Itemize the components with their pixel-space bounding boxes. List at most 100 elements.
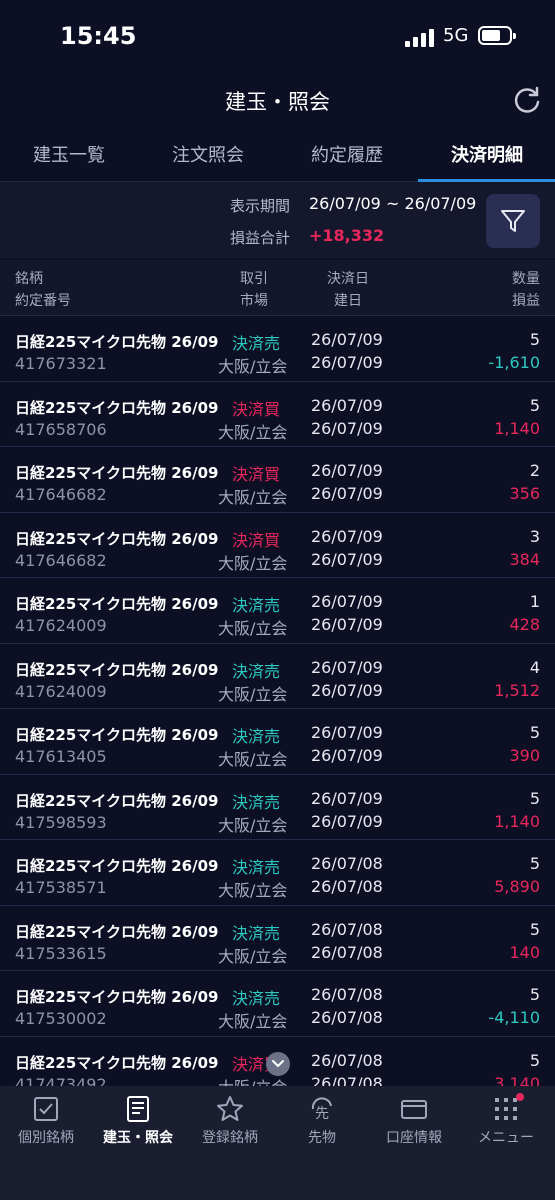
row-open-date: 26/07/08 [311,1008,383,1027]
tab-positions[interactable]: 建玉一覧 [0,130,138,182]
row-name: 日経225マイクロ先物 26/09 [15,857,219,875]
row-open-date: 26/07/08 [311,877,383,896]
pl-total-label: 損益合計 [230,229,291,247]
row-name: 日経225マイクロ先物 26/09 [15,529,219,548]
bottom-tab-label: 個別銘柄 [18,1130,74,1146]
row-number: 417646682 [15,550,107,570]
list-item[interactable]: 日経225マイクロ先物 26/09 417658706 決済買 大阪/立会 26/07/… [0,382,555,447]
col-number: 約定番号 [15,293,71,309]
row-settle-date: 26/07/08 [311,854,383,873]
col-trade: 取引 [240,271,268,287]
row-market: 大阪/立会 [218,619,288,638]
app-header: 建玉・照会 [0,76,555,130]
list-item[interactable]: 日経225マイクロ先物 26/09 417530002 決済売 大阪/立会 26/07/… [0,971,555,1037]
row-pl: 384 [509,549,540,569]
row-name: 日経225マイクロ先物 26/09 [15,333,219,351]
row-settle-date: 26/07/09 [311,526,383,546]
row-settle-date: 26/07/09 [311,330,383,349]
row-trade: 決済売 [232,661,281,681]
row-open-date: 26/07/09 [311,549,383,569]
star-icon [217,1096,243,1121]
bottom-tab-stocks[interactable]: 個別銘柄 [0,1086,92,1156]
row-number: 417613405 [15,747,107,766]
row-name: 日経225マイクロ先物 26/09 [15,988,219,1006]
bottom-tab-label: 建玉・照会 [103,1130,173,1146]
row-settle-date: 26/07/09 [311,395,383,415]
network-label: 5G [443,25,469,46]
row-qty: 5 [529,854,540,873]
row-market: 大阪/立会 [218,1012,288,1031]
row-trade: 決済買 [232,465,281,484]
bottom-tab-menu[interactable]: メニュー [460,1086,552,1156]
bottom-tab-label: メニュー [478,1130,534,1146]
col-open-date: 建日 [334,293,362,309]
bottom-tab-positions[interactable]: 建玉・照会 [92,1086,184,1156]
page-title: 建玉・照会 [225,90,330,114]
bottom-tab-futures[interactable]: 先 先物 [276,1086,368,1156]
row-number: 417598593 [15,812,107,832]
row-market: 大阪/立会 [218,422,288,442]
signal-icon [405,27,435,47]
row-qty: 1 [529,592,540,611]
tab-bar-top: 建玉一覧 注文照会 約定履歴 決済明細 [0,130,555,182]
list-item[interactable]: 日経225マイクロ先物 26/09 417533615 決済売 大阪/立会 26/07/… [0,906,555,971]
pl-total-value: +18,332 [309,226,385,245]
row-number: 417646682 [15,485,107,504]
list-item[interactable]: 日経225マイクロ先物 26/09 417598593 決済売 大阪/立会 26/07/… [0,775,555,840]
row-market: 大阪/立会 [218,488,288,507]
row-qty: 5 [529,985,540,1004]
list-item[interactable]: 日経225マイクロ先物 26/09 417673321 決済売 大阪/立会 26/07/… [0,316,555,382]
row-trade: 決済買 [232,399,281,419]
row-number: 417530002 [15,1009,107,1028]
row-trade: 決済売 [232,792,281,812]
status-time: 15:45 [60,22,137,50]
row-open-date: 26/07/09 [311,680,383,700]
filter-button[interactable] [486,194,540,248]
row-name: 日経225マイクロ先物 26/09 [15,595,219,613]
refresh-icon[interactable] [512,85,542,115]
row-settle-date: 26/07/08 [311,1050,383,1070]
row-number: 417624009 [15,681,107,701]
list-item[interactable]: 日経225マイクロ先物 26/09 417646682 決済買 大阪/立会 26/07/… [0,447,555,513]
row-settle-date: 26/07/09 [311,592,383,611]
row-qty: 2 [529,461,540,480]
bottom-tab-label: 登録銘柄 [202,1130,258,1146]
row-open-date: 26/07/09 [311,418,383,438]
row-settle-date: 26/07/09 [311,723,383,742]
list-item[interactable]: 日経225マイクロ先物 26/09 417538571 決済売 大阪/立会 26/07/… [0,840,555,906]
row-market: 大阪/立会 [218,881,288,900]
row-open-date: 26/07/09 [311,353,383,372]
row-open-date: 26/07/09 [311,811,383,831]
row-market: 大阪/立会 [218,553,288,573]
row-trade: 決済売 [232,923,281,943]
list-item[interactable]: 日経225マイクロ先物 26/09 417624009 決済売 大阪/立会 26/07/… [0,644,555,709]
list-item[interactable]: 日経225マイクロ先物 26/09 417613405 決済売 大阪/立会 26/07/… [0,709,555,775]
col-settle-date: 決済日 [327,271,369,287]
status-bar: 15:45 5G [0,0,555,76]
row-qty: 5 [529,395,540,415]
row-number: 417538571 [15,878,107,897]
scroll-down-button[interactable] [266,1052,290,1076]
row-number: 417673321 [15,354,107,373]
row-trade: 決済買 [232,530,281,550]
list-item[interactable]: 日経225マイクロ先物 26/09 417646682 決済買大阪/立会 26/07/… [0,513,555,578]
row-name: 日経225マイクロ先物 26/09 [15,922,219,941]
tab-orders[interactable]: 注文照会 [139,130,277,182]
row-pl: 1,512 [494,680,540,700]
row-settle-date: 26/07/08 [311,919,383,939]
row-open-date: 26/07/09 [311,746,383,765]
bottom-tab-account[interactable]: 口座情報 [368,1086,460,1156]
bottom-tab-watchlist[interactable]: 登録銘柄 [184,1086,276,1156]
col-market: 市場 [240,293,268,309]
list-item[interactable]: 日経225マイクロ先物 26/09 417624009 決済売 大阪/立会 26/07/… [0,578,555,644]
svg-text:先: 先 [315,1106,329,1122]
row-number: 417624009 [15,616,107,635]
row-qty: 5 [529,1050,540,1070]
period-value: 26/07/09 ~ 26/07/09 [309,194,477,213]
row-name: 日経225マイクロ先物 26/09 [15,398,219,417]
tab-execution-history[interactable]: 約定履歴 [278,130,416,182]
period-label: 表示期間 [230,197,291,215]
row-pl: -1,610 [488,353,540,372]
row-pl: 3,140 [494,1073,540,1087]
tab-settlement-details[interactable]: 決済明細 [418,130,555,182]
